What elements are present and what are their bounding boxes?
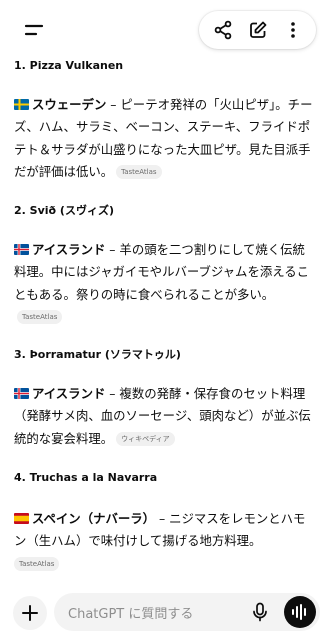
item-heading: 3. Þorramatur (ソラマトゥル) bbox=[14, 348, 181, 361]
action-pill bbox=[199, 11, 316, 49]
input-placeholder: ChatGPT に質問する bbox=[68, 607, 194, 622]
list-item-body: スペイン（ナバーラ） – ニジマスをレモンとハモン（生ハム）で味付けして揚げる地… bbox=[14, 508, 314, 572]
share-button[interactable] bbox=[208, 15, 238, 45]
item-heading: 2. Svið (スヴィズ) bbox=[14, 204, 114, 217]
item-heading: 1. Pizza Vulkanen bbox=[14, 59, 124, 72]
country-label: アイスランド bbox=[32, 242, 106, 257]
list-item-body: スウェーデン – ピーテオ発祥の「火山ピザ」。チーズ、ハム、サラミ、ベーコン、ス… bbox=[14, 94, 314, 183]
voice-mode-icon bbox=[292, 604, 306, 620]
country-label: スペイン（ナバーラ） bbox=[32, 511, 156, 526]
share-icon bbox=[214, 20, 231, 40]
list-item-body: アイスランド – 複数の発酵・保存食のセット料理（発酵サメ肉、血のソーセージ、頭… bbox=[14, 383, 314, 450]
iceland-flag-icon bbox=[14, 388, 29, 399]
edit-button[interactable] bbox=[243, 15, 273, 45]
plus-icon bbox=[22, 605, 38, 621]
iceland-flag-icon bbox=[14, 244, 29, 255]
source-chip[interactable]: TasteAtlas bbox=[116, 164, 162, 179]
spain-flag-icon bbox=[14, 513, 29, 524]
sweden-flag-icon bbox=[14, 99, 29, 110]
source-chip[interactable]: TasteAtlas bbox=[17, 309, 63, 324]
country-label: スウェーデン bbox=[32, 97, 107, 112]
mic-icon bbox=[253, 602, 267, 622]
menu-button[interactable] bbox=[14, 12, 54, 48]
message-input[interactable]: ChatGPT に質問する bbox=[54, 593, 320, 631]
more-button[interactable] bbox=[278, 15, 308, 45]
menu-icon bbox=[24, 24, 44, 36]
list-item-body: アイスランド – 羊の頭を二つ割りにして焼く伝統料理。中にはジャガイモやルバーブ… bbox=[14, 239, 314, 328]
list-item: 3. Þorramatur (ソラマトゥル) bbox=[14, 347, 314, 363]
item-heading: 4. Truchas a la Navarra bbox=[14, 471, 158, 484]
edit-icon bbox=[249, 21, 266, 38]
source-chip[interactable]: ウィキペディア bbox=[116, 431, 175, 446]
more-vertical-icon bbox=[290, 22, 295, 38]
list-item: 2. Svið (スヴィズ) bbox=[14, 203, 314, 219]
attach-button[interactable] bbox=[13, 596, 47, 630]
list-item: 4. Truchas a la Navarra bbox=[14, 470, 314, 486]
dictate-button[interactable] bbox=[248, 600, 272, 624]
voice-mode-button[interactable] bbox=[284, 596, 316, 628]
chat-screen: 1. Pizza Vulkanen スウェーデン – ピーテオ発祥の「火山ピザ」… bbox=[0, 0, 328, 640]
country-label: アイスランド bbox=[32, 386, 106, 401]
source-chip[interactable]: TasteAtlas bbox=[14, 556, 60, 571]
top-bar bbox=[0, 0, 328, 60]
list-item: 1. Pizza Vulkanen bbox=[14, 58, 314, 74]
